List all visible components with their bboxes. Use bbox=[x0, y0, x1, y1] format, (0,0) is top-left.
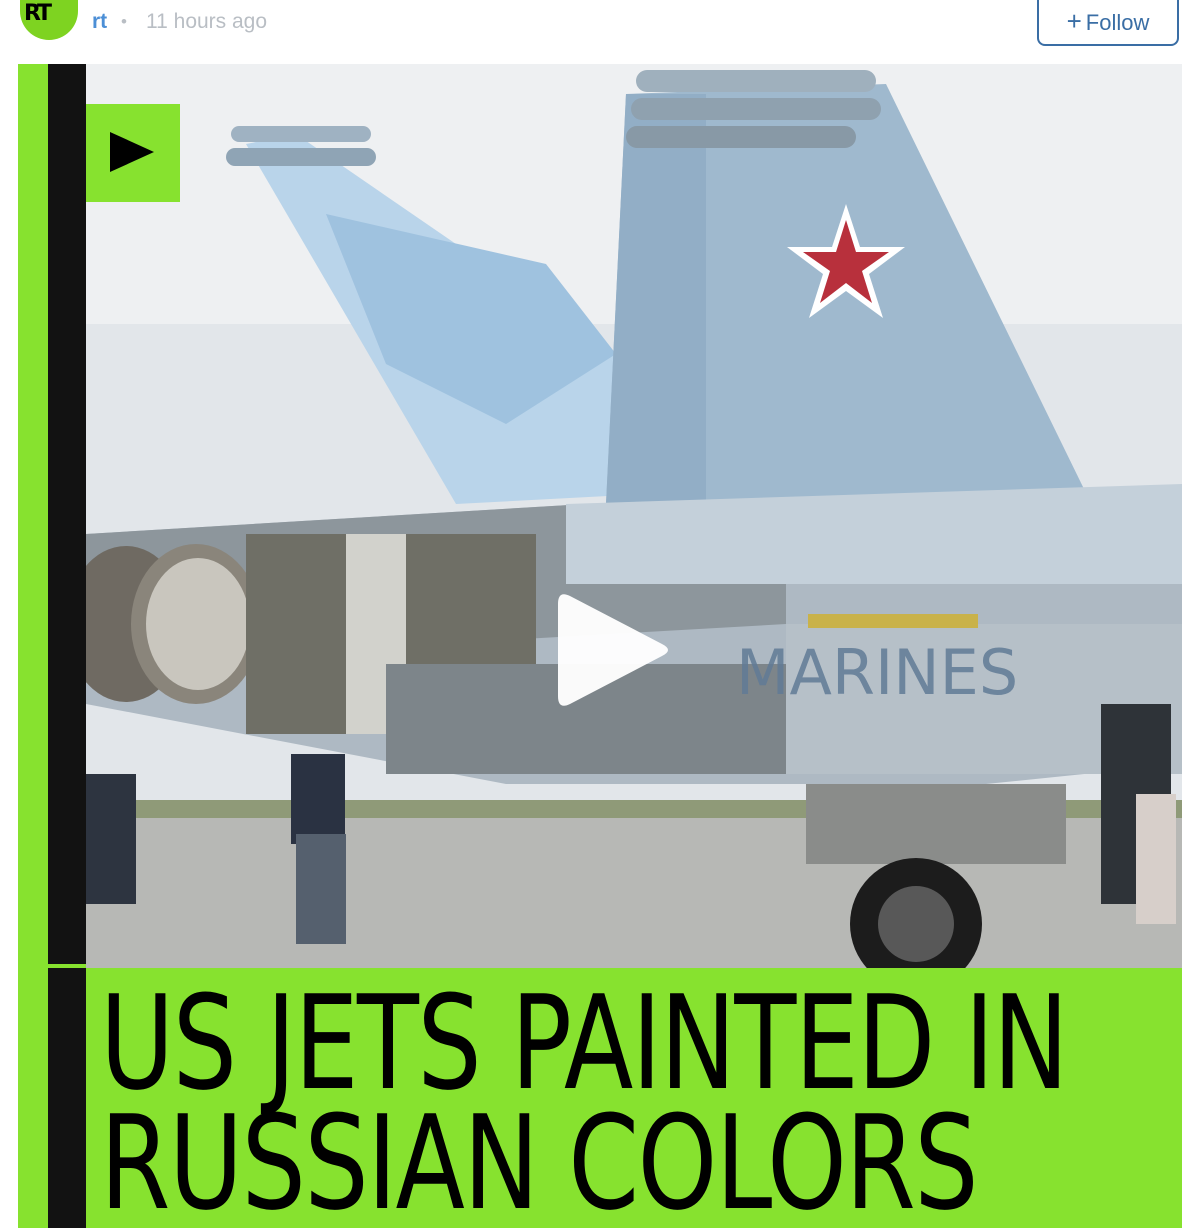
video-thumbnail: MARINES bbox=[86, 64, 1182, 968]
separator-dot: • bbox=[121, 12, 127, 31]
play-icon bbox=[110, 132, 154, 172]
timestamp[interactable]: 11 hours ago bbox=[146, 9, 267, 35]
rt-play-badge[interactable] bbox=[86, 104, 180, 202]
follow-label: Follow bbox=[1085, 10, 1150, 35]
post-header: RT rt • 11 hours ago + Follow bbox=[0, 0, 1182, 56]
fuselage-marking: MARINES bbox=[736, 636, 1018, 709]
caption-bar bbox=[48, 968, 86, 1228]
video-player[interactable]: MARINES US JETS PAINTED IN RUSSIAN COLOR… bbox=[18, 64, 1182, 1228]
video-frame-bar bbox=[48, 64, 86, 964]
follow-button[interactable]: + Follow bbox=[1037, 0, 1179, 46]
play-button-icon[interactable] bbox=[550, 584, 680, 714]
avatar-logo-text: RT bbox=[24, 1, 52, 26]
caption-line-2: RUSSIAN COLORS bbox=[100, 1087, 979, 1224]
avatar[interactable]: RT bbox=[20, 0, 78, 40]
video-caption: US JETS PAINTED IN RUSSIAN COLORS bbox=[86, 976, 1178, 1224]
author-link[interactable]: rt bbox=[92, 9, 107, 35]
plus-icon: + bbox=[1066, 6, 1082, 36]
